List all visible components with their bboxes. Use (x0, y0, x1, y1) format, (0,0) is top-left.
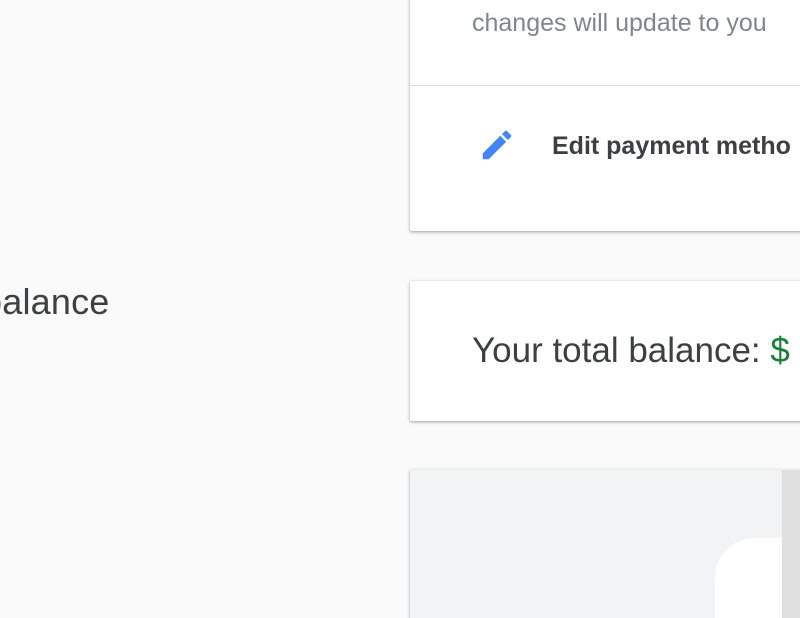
balance-text: Your total balance: $ (472, 331, 790, 371)
payment-description: changes will update to you (472, 9, 767, 37)
pencil-icon (482, 130, 512, 160)
promo-image-edge (782, 470, 800, 618)
payment-method-card: changes will update to you Edit payment … (410, 0, 800, 231)
edit-payment-method-button[interactable]: Edit payment metho (410, 86, 800, 231)
balance-label: Your total balance: (472, 331, 771, 370)
promo-card (410, 470, 800, 618)
balance-amount: $ (770, 331, 790, 370)
billing-page: balance changes will update to you Edit … (0, 0, 800, 618)
balance-card: Your total balance: $ (410, 281, 800, 421)
section-title: balance (0, 281, 110, 322)
edit-payment-method-label: Edit payment metho (552, 132, 791, 160)
